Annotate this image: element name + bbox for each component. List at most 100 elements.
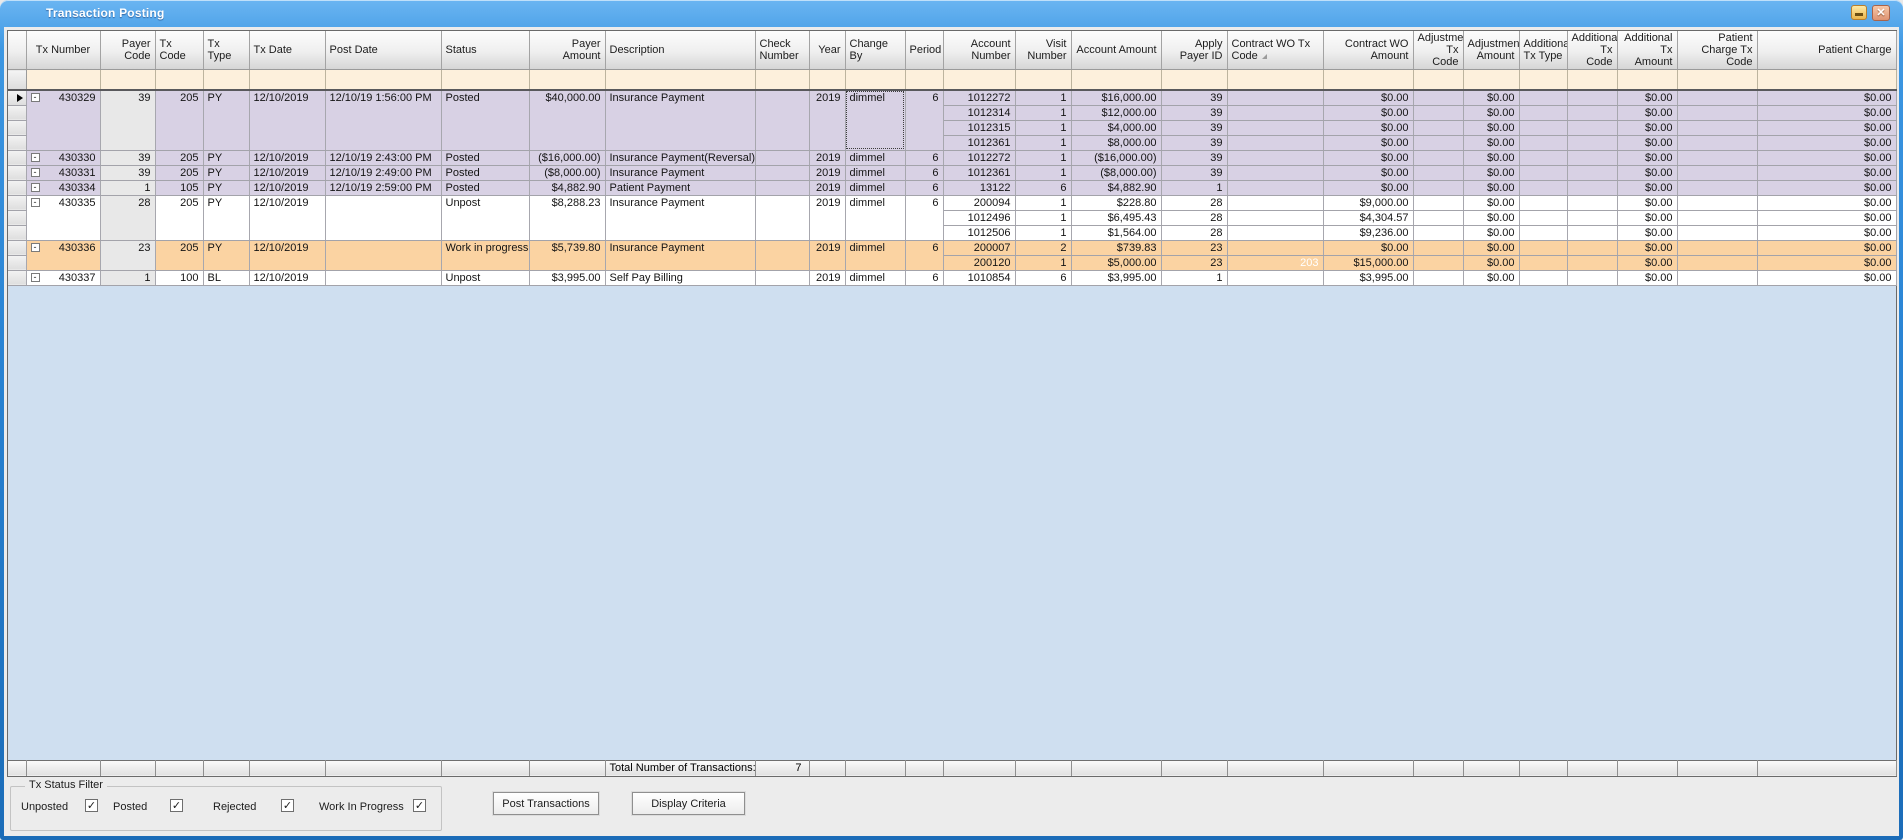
cell-patient_charge[interactable]: $0.00 — [1757, 225, 1896, 240]
cell-additional_tx_code[interactable] — [1567, 225, 1617, 240]
cell-tx_type[interactable]: BL — [203, 270, 249, 285]
cell-adjustment_tx_code[interactable] — [1413, 255, 1463, 270]
cell-status[interactable]: Posted — [441, 165, 529, 180]
cell-patient_charge_tx_code[interactable] — [1677, 165, 1757, 180]
row-selector-cell[interactable] — [8, 120, 26, 135]
cell-additional_tx_code[interactable] — [1567, 270, 1617, 285]
cell-additional_tx_type[interactable] — [1519, 150, 1567, 165]
column-header-status[interactable]: Status — [441, 31, 529, 70]
cell-additional_tx_type[interactable] — [1519, 105, 1567, 120]
cell-payer_code[interactable]: 1 — [100, 180, 155, 195]
cell-additional_tx_type[interactable] — [1519, 90, 1567, 106]
cell-contract_wo_amount[interactable]: $3,995.00 — [1323, 270, 1413, 285]
cell-additional_tx_code[interactable] — [1567, 195, 1617, 210]
cell-description[interactable]: Patient Payment — [605, 180, 755, 195]
cell-change_by[interactable]: dimmel — [845, 90, 905, 151]
cell-status[interactable]: Posted — [441, 180, 529, 195]
cell-contract_wo_tx_code[interactable] — [1227, 135, 1323, 150]
column-header-description[interactable]: Description — [605, 31, 755, 70]
cell-contract_wo_tx_code[interactable]: 203 — [1227, 255, 1323, 270]
column-header-year[interactable]: Year — [809, 31, 845, 70]
cell-patient_charge[interactable]: $0.00 — [1757, 90, 1896, 106]
cell-contract_wo_amount[interactable]: $4,304.57 — [1323, 210, 1413, 225]
row-selector-cell[interactable] — [8, 195, 26, 210]
filter-cell-account_amount[interactable] — [1071, 70, 1161, 90]
cell-account_number[interactable]: 13122 — [943, 180, 1015, 195]
cell-tx_code[interactable]: 105 — [155, 180, 203, 195]
cell-patient_charge_tx_code[interactable] — [1677, 180, 1757, 195]
cell-adjustment_amount[interactable]: $0.00 — [1463, 150, 1519, 165]
cell-visit_number[interactable]: 1 — [1015, 135, 1071, 150]
collapse-row-icon[interactable]: - — [31, 243, 40, 252]
cell-adjustment_amount[interactable]: $0.00 — [1463, 255, 1519, 270]
cell-patient_charge_tx_code[interactable] — [1677, 135, 1757, 150]
cell-adjustment_amount[interactable]: $0.00 — [1463, 225, 1519, 240]
cell-status[interactable]: Posted — [441, 150, 529, 165]
cell-tx_number[interactable]: -430335 — [26, 195, 100, 240]
cell-post_date[interactable] — [325, 270, 441, 285]
cell-contract_wo_amount[interactable]: $9,000.00 — [1323, 195, 1413, 210]
cell-status[interactable]: Unpost — [441, 195, 529, 240]
cell-adjustment_tx_code[interactable] — [1413, 90, 1463, 106]
cell-patient_charge_tx_code[interactable] — [1677, 105, 1757, 120]
cell-adjustment_tx_code[interactable] — [1413, 180, 1463, 195]
cell-payer_code[interactable]: 39 — [100, 165, 155, 180]
checkbox-work-in-progress[interactable]: ✓ — [413, 799, 426, 812]
cell-additional_tx_amount[interactable]: $0.00 — [1617, 180, 1677, 195]
cell-change_by[interactable]: dimmel — [845, 195, 905, 240]
cell-visit_number[interactable]: 6 — [1015, 270, 1071, 285]
cell-tx_number[interactable]: -430330 — [26, 150, 100, 165]
cell-change_by[interactable]: dimmel — [845, 165, 905, 180]
cell-contract_wo_tx_code[interactable] — [1227, 210, 1323, 225]
cell-period[interactable]: 6 — [905, 150, 943, 165]
cell-additional_tx_amount[interactable]: $0.00 — [1617, 210, 1677, 225]
cell-change_by[interactable]: dimmel — [845, 180, 905, 195]
column-header-adjustment_amount[interactable]: Adjustment Amount — [1463, 31, 1519, 70]
row-selector-cell[interactable] — [8, 135, 26, 150]
filter-cell-selector[interactable] — [8, 70, 26, 90]
cell-period[interactable]: 6 — [905, 90, 943, 151]
cell-visit_number[interactable]: 1 — [1015, 195, 1071, 210]
column-header-adjustment_tx_code[interactable]: Adjustment Tx Code — [1413, 31, 1463, 70]
cell-account_amount[interactable]: ($8,000.00) — [1071, 165, 1161, 180]
cell-additional_tx_amount[interactable]: $0.00 — [1617, 120, 1677, 135]
filter-cell-payer_amount[interactable] — [529, 70, 605, 90]
checkbox-posted[interactable]: ✓ — [170, 799, 183, 812]
cell-additional_tx_code[interactable] — [1567, 180, 1617, 195]
cell-visit_number[interactable]: 1 — [1015, 90, 1071, 106]
column-header-patient_charge[interactable]: Patient Charge — [1757, 31, 1896, 70]
cell-additional_tx_type[interactable] — [1519, 195, 1567, 210]
column-header-apply_payer_id[interactable]: Apply Payer ID — [1161, 31, 1227, 70]
cell-adjustment_amount[interactable]: $0.00 — [1463, 105, 1519, 120]
cell-account_amount[interactable]: $739.83 — [1071, 240, 1161, 255]
cell-adjustment_tx_code[interactable] — [1413, 240, 1463, 255]
cell-contract_wo_tx_code[interactable] — [1227, 240, 1323, 255]
cell-contract_wo_tx_code[interactable] — [1227, 150, 1323, 165]
column-header-contract_wo_tx_code[interactable]: Contract WO Tx Code — [1227, 31, 1323, 70]
cell-tx_type[interactable]: PY — [203, 150, 249, 165]
cell-contract_wo_amount[interactable]: $9,236.00 — [1323, 225, 1413, 240]
cell-additional_tx_type[interactable] — [1519, 180, 1567, 195]
column-header-visit_number[interactable]: Visit Number — [1015, 31, 1071, 70]
cell-adjustment_tx_code[interactable] — [1413, 210, 1463, 225]
cell-apply_payer_id[interactable]: 28 — [1161, 195, 1227, 210]
cell-additional_tx_type[interactable] — [1519, 270, 1567, 285]
cell-additional_tx_amount[interactable]: $0.00 — [1617, 165, 1677, 180]
cell-account_amount[interactable]: $6,495.43 — [1071, 210, 1161, 225]
cell-adjustment_tx_code[interactable] — [1413, 270, 1463, 285]
column-header-post_date[interactable]: Post Date — [325, 31, 441, 70]
cell-apply_payer_id[interactable]: 39 — [1161, 90, 1227, 106]
column-header-selector[interactable] — [8, 31, 26, 70]
cell-additional_tx_amount[interactable]: $0.00 — [1617, 195, 1677, 210]
cell-visit_number[interactable]: 1 — [1015, 210, 1071, 225]
filter-cell-change_by[interactable] — [845, 70, 905, 90]
cell-account_number[interactable]: 200094 — [943, 195, 1015, 210]
cell-additional_tx_code[interactable] — [1567, 90, 1617, 106]
cell-contract_wo_amount[interactable]: $0.00 — [1323, 105, 1413, 120]
cell-status[interactable]: Posted — [441, 90, 529, 151]
column-header-tx_type[interactable]: Tx Type — [203, 31, 249, 70]
display-criteria-button[interactable]: Display Criteria — [632, 792, 745, 815]
filter-cell-contract_wo_tx_code[interactable] — [1227, 70, 1323, 90]
column-header-payer_code[interactable]: Payer Code — [100, 31, 155, 70]
cell-account_amount[interactable]: $16,000.00 — [1071, 90, 1161, 106]
